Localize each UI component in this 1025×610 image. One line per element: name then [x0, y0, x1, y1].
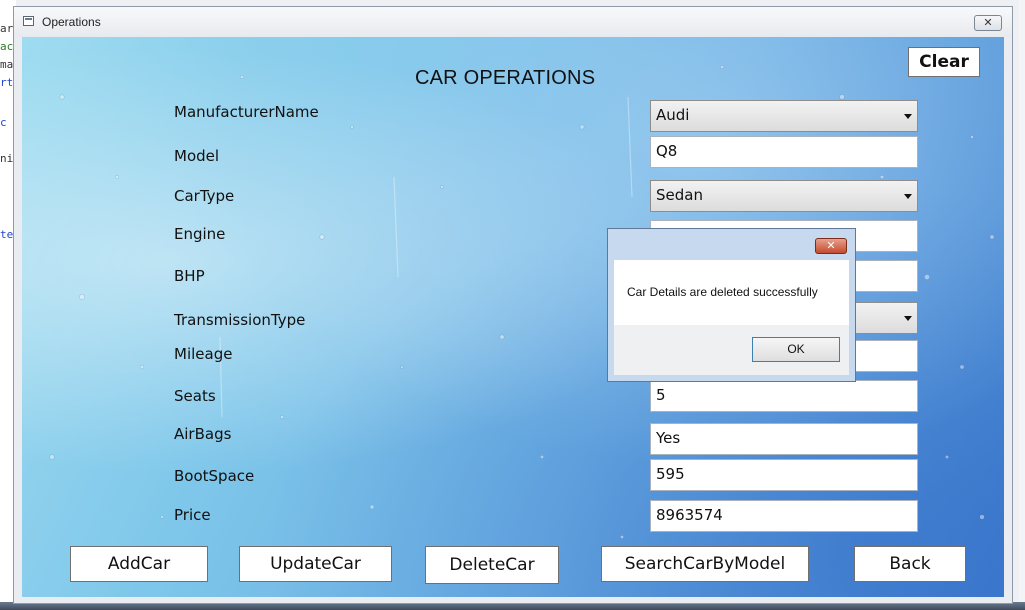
seats-label: Seats: [174, 387, 216, 405]
bhp-label: BHP: [174, 267, 205, 285]
bootspace-input[interactable]: 595: [650, 459, 918, 491]
clear-button[interactable]: Clear: [908, 47, 980, 77]
dropdown-arrow-icon: [904, 316, 912, 321]
window-close-button[interactable]: ✕: [974, 15, 1002, 31]
manufacturer-label: ManufacturerName: [174, 103, 319, 121]
manufacturer-dropdown[interactable]: Audi: [650, 100, 918, 132]
delete-car-button[interactable]: DeleteCar: [425, 546, 559, 584]
search-car-by-model-button[interactable]: SearchCarByModel: [601, 546, 809, 582]
dropdown-arrow-icon: [904, 194, 912, 199]
editor-fragment: rt: [0, 76, 14, 89]
editor-fragment: te: [0, 228, 14, 241]
operations-window: Operations ✕ CAR OPERATIONS Clear Manufa…: [13, 6, 1013, 604]
update-car-button[interactable]: UpdateCar: [239, 546, 392, 582]
add-car-button[interactable]: AddCar: [70, 546, 208, 582]
price-label: Price: [174, 506, 211, 524]
editor-fragment: ar: [0, 22, 14, 35]
car-type-label: CarType: [174, 187, 235, 205]
bootspace-label: BootSpace: [174, 467, 255, 485]
dropdown-arrow-icon: [904, 114, 912, 119]
editor-fragment: c: [0, 116, 7, 129]
manufacturer-selected: Audi: [656, 106, 690, 124]
price-input[interactable]: 8963574: [650, 500, 918, 532]
ok-button[interactable]: OK: [752, 337, 840, 362]
transmission-label: TransmissionType: [174, 311, 306, 329]
car-type-dropdown[interactable]: Sedan: [650, 180, 918, 212]
message-box-dialog: ✕ Car Details are deleted successfully O…: [607, 228, 856, 382]
airbags-label: AirBags: [174, 425, 232, 443]
model-input[interactable]: Q8: [650, 136, 918, 168]
engine-label: Engine: [174, 225, 226, 243]
car-type-selected: Sedan: [656, 186, 703, 204]
model-label: Model: [174, 147, 220, 165]
editor-fragment: ma: [0, 58, 14, 71]
airbags-input[interactable]: Yes: [650, 423, 918, 455]
seats-input[interactable]: 5: [650, 380, 918, 412]
mileage-label: Mileage: [174, 345, 233, 363]
message-close-button[interactable]: ✕: [815, 238, 847, 254]
back-button[interactable]: Back: [854, 546, 966, 582]
message-text: Car Details are deleted successfully: [627, 285, 818, 299]
editor-fragment: ni: [0, 152, 14, 165]
page-title: CAR OPERATIONS: [415, 67, 596, 89]
message-body: Car Details are deleted successfully: [614, 260, 849, 325]
app-window-icon: [23, 16, 34, 26]
background-strip: [1019, 0, 1025, 610]
form-client-area: CAR OPERATIONS Clear ManufacturerName Mo…: [22, 37, 1004, 597]
window-title: Operations: [42, 15, 101, 29]
message-footer: OK: [614, 325, 849, 375]
editor-fragment: ac: [0, 40, 14, 53]
title-bar[interactable]: Operations ✕: [14, 7, 1012, 37]
